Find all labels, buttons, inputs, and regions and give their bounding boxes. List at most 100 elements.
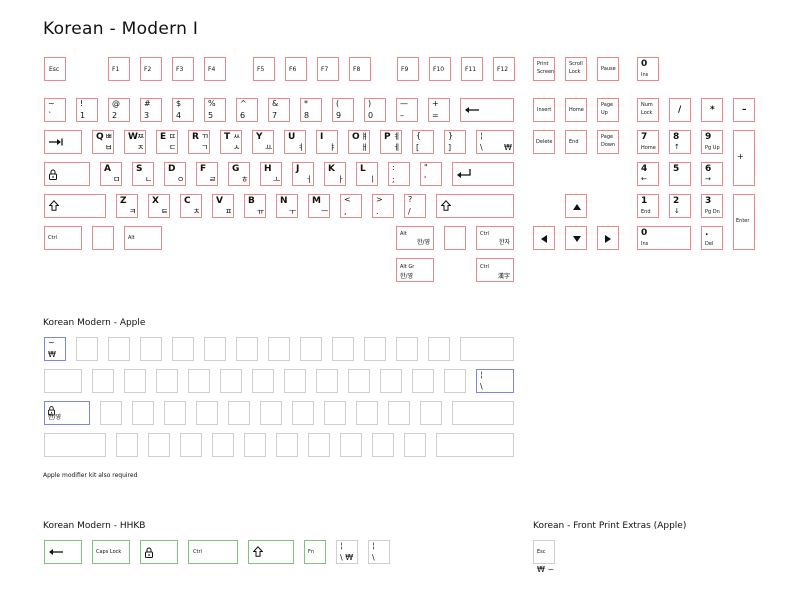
key-apple-row1-k13[interactable] (428, 337, 450, 361)
key-f12[interactable]: F12 (493, 57, 515, 81)
key-backspace[interactable] (460, 98, 514, 122)
key-apple-row4-k3[interactable] (148, 433, 170, 457)
key-apple-row2-k10[interactable] (348, 369, 370, 393)
key-apple-row4-k6[interactable] (244, 433, 266, 457)
key-ctrl-left[interactable]: Ctrl (44, 226, 82, 250)
key-page-down[interactable]: Page Down (597, 130, 619, 154)
key-apple-row4-k11[interactable] (404, 433, 426, 457)
key-key-h[interactable]: Hㅗ (260, 162, 282, 186)
key-key-i[interactable]: Iㅑ (316, 130, 338, 154)
key-blank-left-mod[interactable] (92, 226, 114, 250)
key-apple-row1-k2[interactable] (76, 337, 98, 361)
key-numpad-9[interactable]: 9 Pg Up (701, 130, 723, 154)
key-key-p[interactable]: Pㅖㅔ (380, 130, 402, 154)
key-apple-row1-k11[interactable] (364, 337, 386, 361)
key-key-q[interactable]: Qㅃㅂ (92, 130, 114, 154)
key-key-t[interactable]: Tㅆㅅ (220, 130, 242, 154)
key-key-b[interactable]: Bㅠ (244, 194, 266, 218)
key-apple-row3-k6[interactable] (228, 401, 250, 425)
key-period[interactable]: >. (372, 194, 394, 218)
key-numpad-multiply[interactable]: * (701, 98, 723, 122)
key-key-v[interactable]: Vㅍ (212, 194, 234, 218)
key-apple-row4-k7[interactable] (276, 433, 298, 457)
key-page-up[interactable]: Page Up (597, 98, 619, 122)
key-apple-row4-k4[interactable] (180, 433, 202, 457)
key-apple-row3-k4[interactable] (164, 401, 186, 425)
key-apple-row4-k9[interactable] (340, 433, 362, 457)
key-apple-row2-k7[interactable] (252, 369, 274, 393)
key-f6[interactable]: F6 (285, 57, 307, 81)
key-hhkb-fn[interactable]: Fn (304, 540, 326, 564)
key-apple-row1-k7[interactable] (236, 337, 258, 361)
key-key-z[interactable]: Zㅋ (116, 194, 138, 218)
key-apple-row4-k5[interactable] (212, 433, 234, 457)
key-bracket-right[interactable]: }] (444, 130, 466, 154)
key-quote[interactable]: " ' (420, 162, 442, 186)
key-equal[interactable]: + = (428, 98, 450, 122)
key-numpad-divide[interactable]: / (669, 98, 691, 122)
key-esc[interactable]: Esc (44, 57, 66, 81)
key-apple-backslash[interactable]: ¦ \ (476, 369, 514, 393)
key-numpad-enter[interactable]: Enter (733, 194, 755, 250)
key-apple-row3-enter[interactable] (452, 401, 514, 425)
key-key-j[interactable]: Jㅓ (292, 162, 314, 186)
key-apple-row3-k10[interactable] (356, 401, 378, 425)
key-key-c[interactable]: Cㅊ (180, 194, 202, 218)
key-apple-row3-k3[interactable] (132, 401, 154, 425)
key-f9[interactable]: F9 (397, 57, 419, 81)
key-apple-row1-k6[interactable] (204, 337, 226, 361)
key-extras-esc[interactable]: Esc (533, 540, 555, 564)
key-apple-row2-k11[interactable] (380, 369, 402, 393)
key-tab[interactable] (44, 130, 82, 154)
key-apple-row3-k2[interactable] (100, 401, 122, 425)
key-key-g[interactable]: Gㅎ (228, 162, 250, 186)
key-apple-row2-k5[interactable] (188, 369, 210, 393)
key-apple-row2-k9[interactable] (316, 369, 338, 393)
key-digit-9[interactable]: (9 (332, 98, 354, 122)
key-blank-right-mod[interactable] (444, 226, 466, 250)
key-arrow-right[interactable] (597, 226, 619, 250)
key-apple-row2-k3[interactable] (124, 369, 146, 393)
key-numpad-0-top[interactable]: 0 Ins (637, 57, 659, 81)
key-hhkb-backspace[interactable] (44, 540, 82, 564)
key-apple-row4-shift-right[interactable] (436, 433, 514, 457)
key-apple-row1-k9[interactable] (300, 337, 322, 361)
key-numpad-plus[interactable]: + (733, 130, 755, 186)
key-comma[interactable]: <, (340, 194, 362, 218)
key-numpad-8[interactable]: 8 ↑ (669, 130, 691, 154)
key-f7[interactable]: F7 (317, 57, 339, 81)
key-apple-row3-k12[interactable] (420, 401, 442, 425)
key-numpad-4[interactable]: 4 ← (637, 162, 659, 186)
key-numpad-6[interactable]: 6 → (701, 162, 723, 186)
key-key-o[interactable]: Oㅒㅐ (348, 130, 370, 154)
key-apple-row3-k5[interactable] (196, 401, 218, 425)
key-apple-row3-k11[interactable] (388, 401, 410, 425)
key-key-k[interactable]: Kㅏ (324, 162, 346, 186)
key-apple-row2-k4[interactable] (156, 369, 178, 393)
key-f8[interactable]: F8 (349, 57, 371, 81)
key-key-x[interactable]: Xㅌ (148, 194, 170, 218)
key-apple-row2-k13[interactable] (444, 369, 466, 393)
key-apple-row4-k10[interactable] (372, 433, 394, 457)
key-numpad-minus[interactable]: – (733, 98, 755, 122)
key-f11[interactable]: F11 (461, 57, 483, 81)
key-digit-0[interactable]: ) 0 (364, 98, 386, 122)
key-key-a[interactable]: Aㅁ (100, 162, 122, 186)
key-numpad-3[interactable]: 3 Pg Dn (701, 194, 723, 218)
key-key-d[interactable]: Dㅇ (164, 162, 186, 186)
key-apple-row2-k6[interactable] (220, 369, 242, 393)
key-f10[interactable]: F10 (429, 57, 451, 81)
key-hhkb-backslash-won[interactable]: ¦ \ ₩ (336, 540, 358, 564)
key-apple-row1-k10[interactable] (332, 337, 354, 361)
key-hhkb-backslash[interactable]: ¦ \ (368, 540, 390, 564)
key-ctrl-hanja-alt[interactable]: Ctrl 漢字 (476, 258, 514, 282)
key-digit-6[interactable]: ^ 6 (236, 98, 258, 122)
key-key-l[interactable]: Lㅣ (356, 162, 378, 186)
key-numpad-0[interactable]: 0 Ins (637, 226, 691, 250)
key-shift-left[interactable] (44, 194, 106, 218)
key-num-lock[interactable]: Num Lock (637, 98, 659, 122)
key-key-m[interactable]: Mㅡ (308, 194, 330, 218)
key-pause[interactable]: Pause (597, 57, 619, 81)
key-hhkb-lock[interactable] (140, 540, 178, 564)
key-end[interactable]: End (565, 130, 587, 154)
